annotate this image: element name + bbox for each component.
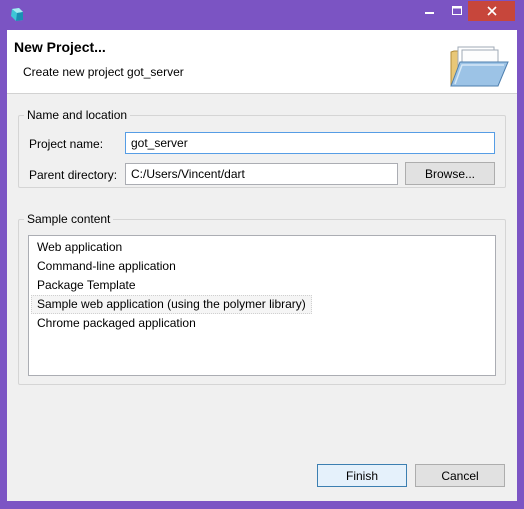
parent-directory-label: Parent directory: — [29, 168, 118, 182]
page-description: Create new project got_server — [23, 65, 184, 79]
maximize-icon — [452, 6, 462, 15]
minimize-icon — [425, 12, 434, 14]
list-item[interactable]: Web application — [31, 238, 128, 257]
sample-content-list[interactable]: Web application Command-line application… — [28, 235, 496, 376]
list-item[interactable]: Command-line application — [31, 257, 182, 276]
dialog-header: New Project... Create new project got_se… — [7, 30, 517, 94]
maximize-button[interactable] — [444, 1, 470, 21]
list-item[interactable]: Chrome packaged application — [31, 314, 202, 333]
title-bar[interactable] — [0, 0, 524, 30]
dialog-window: New Project... Create new project got_se… — [0, 0, 524, 509]
dart-logo-icon — [11, 8, 23, 21]
project-name-input[interactable]: got_server — [125, 132, 495, 154]
finish-button[interactable]: Finish — [317, 464, 407, 487]
minimize-button[interactable] — [416, 1, 444, 21]
list-item[interactable]: Package Template — [31, 276, 142, 295]
project-name-label: Project name: — [29, 137, 104, 151]
cancel-button[interactable]: Cancel — [415, 464, 505, 487]
dialog-content: New Project... Create new project got_se… — [7, 30, 517, 501]
name-location-label: Name and location — [27, 108, 128, 122]
sample-content-label: Sample content — [27, 212, 111, 226]
list-item[interactable]: Sample web application (using the polyme… — [31, 295, 312, 314]
parent-directory-input[interactable]: C:/Users/Vincent/dart — [125, 163, 398, 185]
close-button[interactable] — [468, 1, 515, 21]
close-icon — [486, 6, 497, 16]
open-folder-icon — [450, 46, 509, 87]
browse-button[interactable]: Browse... — [405, 162, 495, 185]
page-title: New Project... — [14, 39, 106, 55]
